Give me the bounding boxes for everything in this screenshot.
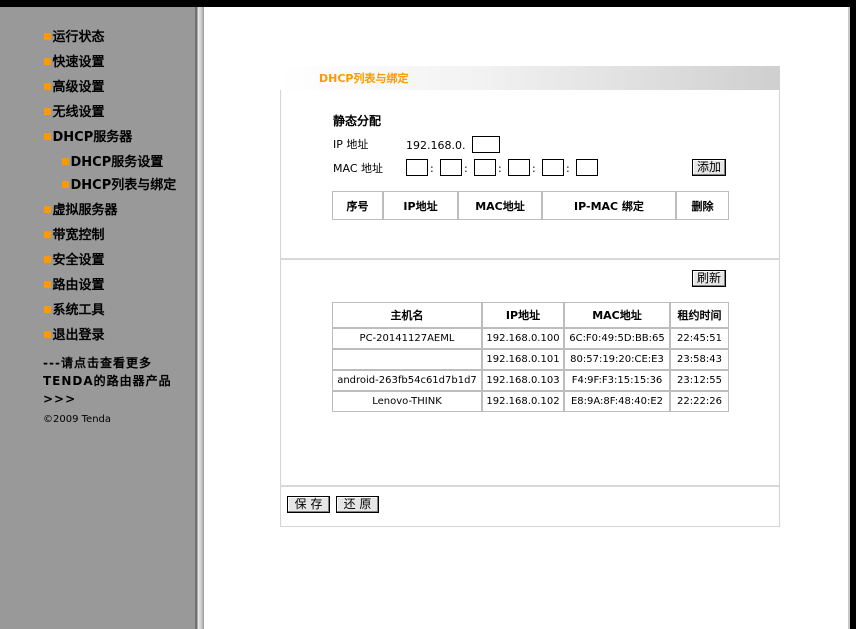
nav-item-dhcp-server[interactable]: ■DHCP服务器: [43, 129, 132, 146]
bullet-icon: ■: [43, 57, 52, 67]
mac-separator: :: [430, 162, 434, 175]
mac-separator: :: [498, 162, 502, 175]
nav-label: 退出登录: [52, 328, 105, 343]
bullet-icon: ■: [43, 205, 52, 215]
bullet-icon: ■: [43, 305, 52, 315]
ip-prefix: 192.168.0.: [406, 139, 466, 152]
nav-label: 运行状态: [52, 30, 105, 45]
nav-item-system-tools[interactable]: ■系统工具: [43, 302, 105, 319]
bullet-icon: ■: [43, 330, 52, 340]
hostname-cell: [332, 349, 482, 370]
nav-label: DHCP列表与绑定: [70, 178, 177, 193]
ip-cell: 192.168.0.102: [482, 391, 564, 412]
column-header: 删除: [676, 191, 729, 220]
ip-last-octet-input[interactable]: [472, 136, 500, 153]
nav-item-advanced[interactable]: ■高级设置: [43, 79, 105, 96]
mac-label: MAC 地址: [333, 162, 383, 175]
mac-part-3-input[interactable]: [474, 159, 496, 176]
mac-part-6-input[interactable]: [576, 159, 598, 176]
restore-button[interactable]: 还 原: [336, 496, 379, 513]
mac-separator: :: [532, 162, 536, 175]
nav-item-bandwidth[interactable]: ■带宽控制: [43, 227, 105, 244]
nav-label: 安全设置: [52, 253, 105, 268]
lease-time-cell: 23:58:43: [670, 349, 729, 370]
bullet-icon: ■: [43, 255, 52, 265]
table-row: PC-20141127AEML 192.168.0.100 6C:F0:49:5…: [332, 328, 729, 349]
mac-separator: :: [464, 162, 468, 175]
column-header: 序号: [332, 191, 383, 220]
static-binding-table: 序号 IP地址 MAC地址 IP-MAC 绑定 删除: [332, 191, 729, 220]
nav-item-wireless[interactable]: ■无线设置: [43, 104, 105, 121]
column-header: IP地址: [383, 191, 458, 220]
table-row: android-263fb54c61d7b1d7 192.168.0.103 F…: [332, 370, 729, 391]
bullet-icon: ■: [43, 132, 52, 142]
mac-cell: F4:9F:F3:15:15:36: [564, 370, 670, 391]
save-button[interactable]: 保 存: [287, 496, 330, 513]
ip-cell: 192.168.0.103: [482, 370, 564, 391]
section-divider: [280, 258, 779, 260]
page-title: DHCP列表与绑定: [319, 72, 409, 85]
window-border: [850, 7, 856, 629]
nav-label: 带宽控制: [52, 228, 105, 243]
bullet-icon: ■: [61, 157, 70, 167]
column-header: MAC地址: [458, 191, 542, 220]
nav-subitem-dhcp-list[interactable]: ■DHCP列表与绑定: [61, 177, 176, 194]
bullet-icon: ■: [43, 32, 52, 42]
nav-item-routing[interactable]: ■路由设置: [43, 277, 105, 294]
mac-cell: E8:9A:8F:48:40:E2: [564, 391, 670, 412]
lease-time-cell: 22:45:51: [670, 328, 729, 349]
bullet-icon: ■: [43, 107, 52, 117]
nav-item-logout[interactable]: ■退出登录: [43, 327, 105, 344]
nav-label: 无线设置: [52, 105, 105, 120]
column-header: IP-MAC 绑定: [542, 191, 676, 220]
nav-label: DHCP服务设置: [70, 155, 164, 170]
nav-label: 快速设置: [52, 55, 105, 70]
mac-part-2-input[interactable]: [440, 159, 462, 176]
mac-separator: :: [566, 162, 570, 175]
nav-label: 虚拟服务器: [52, 203, 118, 218]
mac-part-4-input[interactable]: [508, 159, 530, 176]
column-header: MAC地址: [564, 302, 670, 328]
refresh-button[interactable]: 刷新: [692, 270, 726, 287]
ip-cell: 192.168.0.100: [482, 328, 564, 349]
bullet-icon: ■: [43, 230, 52, 240]
bullet-icon: ■: [61, 180, 70, 190]
mac-cell: 80:57:19:20:CE:E3: [564, 349, 670, 370]
ip-label: IP 地址: [333, 138, 369, 151]
nav-item-virtual-server[interactable]: ■虚拟服务器: [43, 202, 118, 219]
mac-part-1-input[interactable]: [406, 159, 428, 176]
hostname-cell: Lenovo-THINK: [332, 391, 482, 412]
nav-label: 路由设置: [52, 278, 105, 293]
mac-cell: 6C:F0:49:5D:BB:65: [564, 328, 670, 349]
nav-label: 系统工具: [52, 303, 105, 318]
column-header: IP地址: [482, 302, 564, 328]
lease-time-cell: 23:12:55: [670, 370, 729, 391]
table-row: Lenovo-THINK 192.168.0.102 E8:9A:8F:48:4…: [332, 391, 729, 412]
bullet-icon: ■: [43, 280, 52, 290]
table-row: 192.168.0.101 80:57:19:20:CE:E3 23:58:43: [332, 349, 729, 370]
nav-item-status[interactable]: ■运行状态: [43, 29, 105, 46]
column-header: 主机名: [332, 302, 482, 328]
nav-label: DHCP服务器: [52, 130, 133, 145]
column-header: 租约时间: [670, 302, 729, 328]
more-products-link[interactable]: ---请点击查看更多TENDA的路由器产品>>>: [43, 354, 188, 408]
nav-item-quick-setup[interactable]: ■快速设置: [43, 54, 105, 71]
lease-time-cell: 22:22:26: [670, 391, 729, 412]
ip-cell: 192.168.0.101: [482, 349, 564, 370]
hostname-cell: android-263fb54c61d7b1d7: [332, 370, 482, 391]
dhcp-lease-table: 主机名 IP地址 MAC地址 租约时间 PC-20141127AEML 192.…: [332, 302, 729, 412]
frame-divider[interactable]: [195, 7, 204, 629]
nav-label: 高级设置: [52, 80, 105, 95]
nav-item-security[interactable]: ■安全设置: [43, 252, 105, 269]
bullet-icon: ■: [43, 82, 52, 92]
copyright-text: ©2009 Tenda: [43, 414, 112, 425]
add-button[interactable]: 添加: [692, 159, 726, 176]
nav-subitem-dhcp-settings[interactable]: ■DHCP服务设置: [61, 154, 163, 171]
hostname-cell: PC-20141127AEML: [332, 328, 482, 349]
section-divider: [280, 485, 779, 487]
static-section-title: 静态分配: [333, 114, 382, 128]
mac-part-5-input[interactable]: [542, 159, 564, 176]
